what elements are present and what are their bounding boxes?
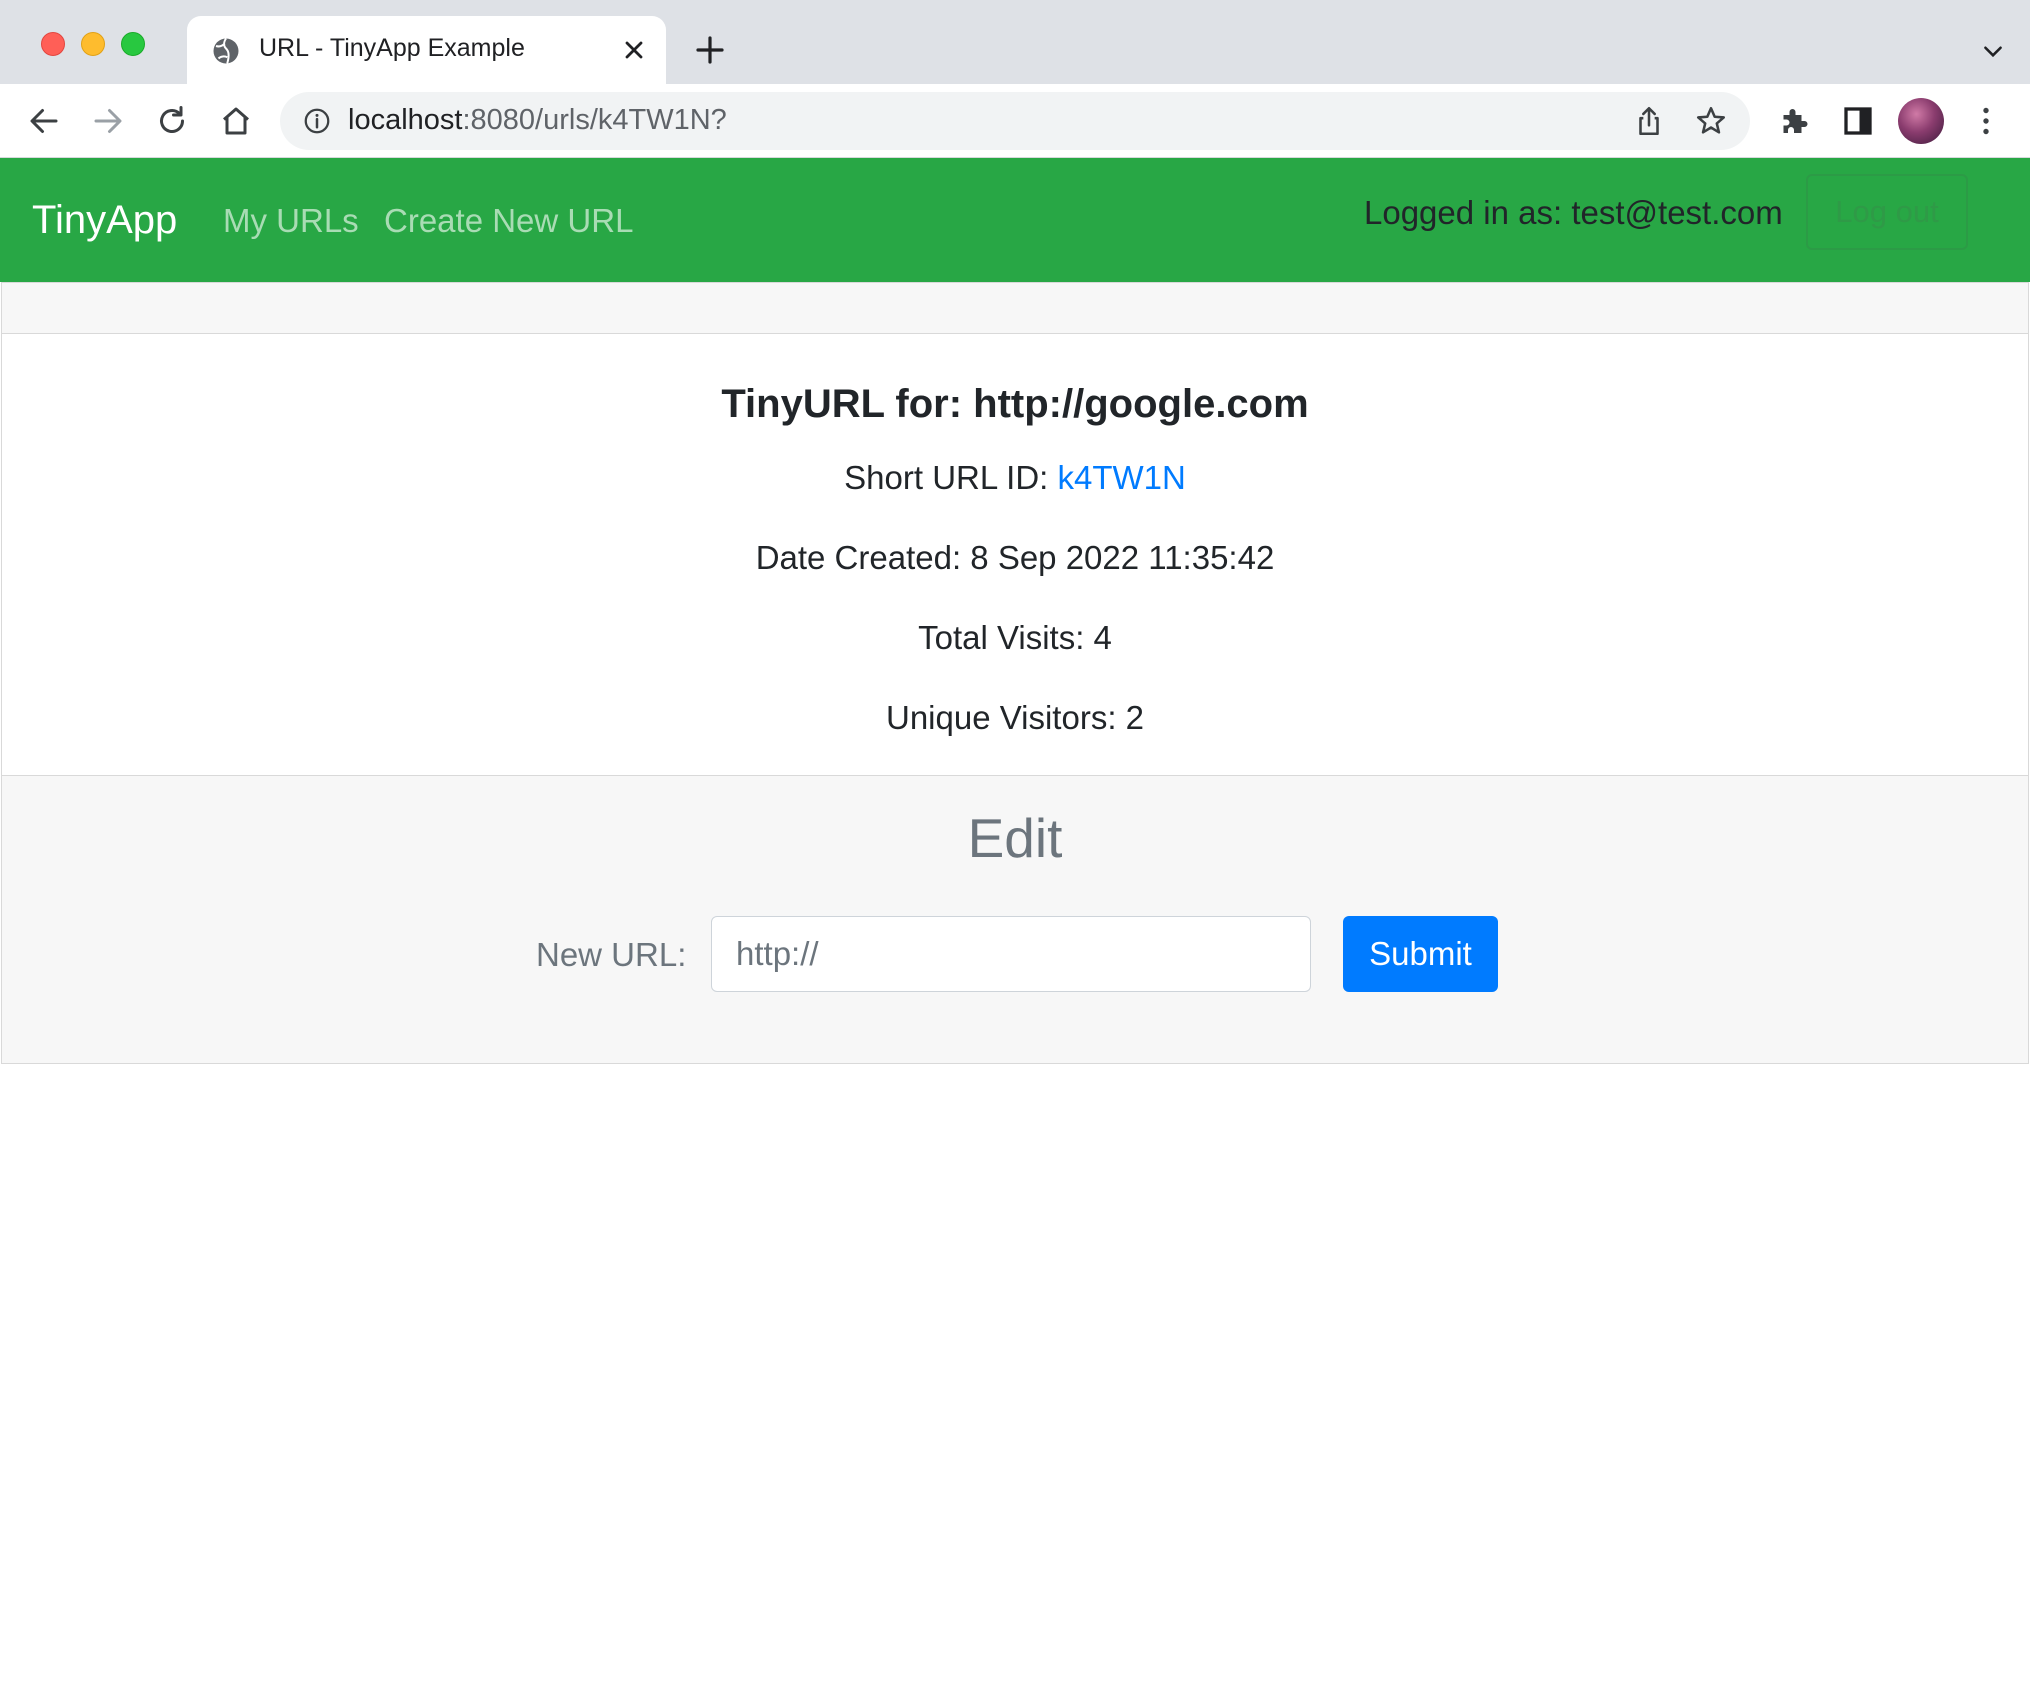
unique-visitors: Unique Visitors: 2 [885, 699, 1145, 736]
kebab-menu-icon[interactable] [1968, 103, 2004, 139]
short-url-label: Short URL ID: [844, 459, 1058, 496]
new-tab-plus-icon[interactable] [694, 34, 726, 66]
submit-button[interactable]: Submit [1343, 916, 1498, 992]
url-path: :8080/urls/k4TW1N? [462, 104, 727, 136]
window-close-button[interactable] [41, 32, 65, 56]
total-visits: Total Visits: 4 [918, 619, 1112, 656]
new-url-label: New URL: [536, 936, 687, 973]
page-title: TinyURL for: http://google.com [721, 382, 1309, 426]
globe-icon [213, 37, 239, 64]
card-header [2, 283, 2028, 334]
window-zoom-button[interactable] [121, 32, 145, 56]
new-url-input[interactable] [711, 916, 1311, 992]
extensions-puzzle-icon[interactable] [1776, 103, 1812, 139]
address-url[interactable]: localhost:8080/urls/k4TW1N? [348, 104, 727, 137]
side-panel-icon[interactable] [1840, 103, 1876, 139]
close-icon[interactable] [620, 36, 648, 64]
home-icon[interactable] [218, 103, 254, 139]
nav-link-my-urls[interactable]: My URLs [223, 202, 359, 240]
browser-toolbar: localhost:8080/urls/k4TW1N? [0, 84, 2030, 158]
short-url-link[interactable]: k4TW1N [1058, 459, 1186, 496]
card-body: TinyURL for: http://google.com Short URL… [2, 334, 2028, 774]
edit-section: Edit New URL: Submit [2, 775, 2028, 1063]
nav-link-create-new-url[interactable]: Create New URL [384, 202, 633, 240]
browser-tab-active[interactable]: URL - TinyApp Example [187, 16, 666, 84]
app-navbar: TinyApp My URLs Create New URL Logged in… [0, 158, 2030, 282]
logout-button[interactable]: Log out [1806, 174, 1968, 250]
url-card: TinyURL for: http://google.com Short URL… [1, 282, 2029, 1064]
url-host: localhost [348, 104, 463, 136]
browser-tab-bar: URL - TinyApp Example [0, 0, 2030, 84]
logged-in-status: Logged in as: test@test.com [1364, 194, 1783, 231]
edit-heading: Edit [967, 807, 1063, 869]
short-url-line: Short URL ID: k4TW1N [2, 459, 2028, 497]
address-bar[interactable]: localhost:8080/urls/k4TW1N? [280, 92, 1750, 150]
reload-icon[interactable] [154, 103, 190, 139]
info-icon[interactable] [302, 106, 332, 136]
chevron-down-icon[interactable] [1980, 38, 2006, 64]
bookmark-star-icon[interactable] [1694, 104, 1728, 138]
window-minimize-button[interactable] [81, 32, 105, 56]
brand-logo[interactable]: TinyApp [32, 198, 177, 243]
back-arrow-icon[interactable] [26, 103, 62, 139]
share-icon[interactable] [1632, 104, 1666, 138]
date-created: Date Created: 8 Sep 2022 11:35:42 [755, 539, 1275, 576]
tab-title: URL - TinyApp Example [259, 34, 525, 62]
profile-avatar[interactable] [1898, 98, 1944, 144]
forward-arrow-icon[interactable] [90, 103, 126, 139]
